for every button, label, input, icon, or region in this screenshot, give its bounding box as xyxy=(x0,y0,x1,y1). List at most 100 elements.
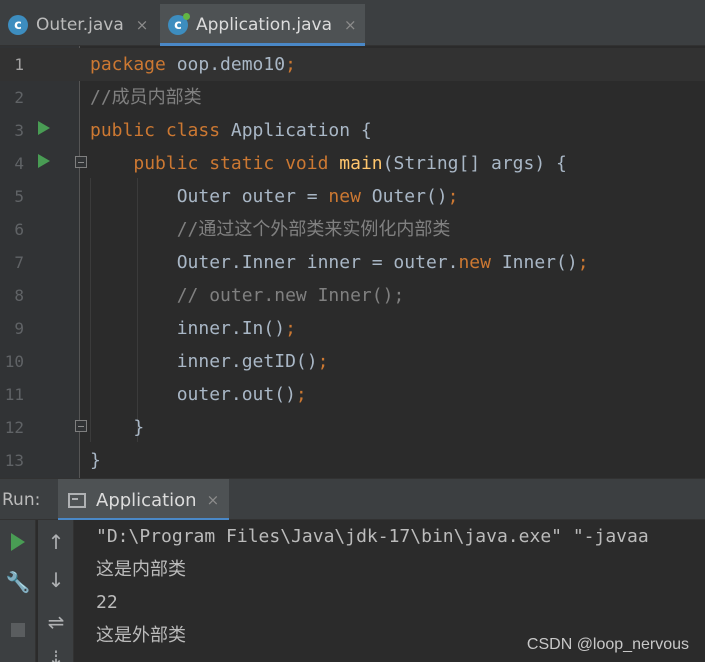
line-number: 2 xyxy=(14,88,24,107)
code-token: } xyxy=(90,417,145,438)
tab-label: Outer.java xyxy=(36,15,124,35)
code-token: ; xyxy=(577,252,589,273)
console-line: 这是内部类 xyxy=(96,559,186,580)
code-text: public static void main(String[] args) { xyxy=(90,147,567,180)
code-token: ; xyxy=(317,351,329,372)
code-text: Outer.Inner inner = outer.new Inner(); xyxy=(90,246,589,279)
code-text: //成员内部类 xyxy=(90,81,202,114)
fold-icon[interactable] xyxy=(75,420,87,432)
code-token: Application { xyxy=(220,120,372,141)
code-token: main xyxy=(339,153,383,174)
code-token: ; xyxy=(295,384,307,405)
code-line[interactable]: 10 inner.getID(); xyxy=(0,345,705,378)
code-token: oop.demo10 xyxy=(165,54,286,75)
code-text: inner.In(); xyxy=(90,312,296,345)
code-text: } xyxy=(90,444,101,477)
code-line[interactable]: 3 public class Application { xyxy=(0,114,705,147)
code-line[interactable]: 1 package oop.demo10; xyxy=(0,48,705,81)
code-line[interactable]: 8 // outer.new Inner(); xyxy=(0,279,705,312)
code-line[interactable]: 6 //通过这个外部类来实例化内部类 xyxy=(0,213,705,246)
run-tool-window: 🔧 ↑ ↓ ⇌ ⇣ "D:\Program Files\Java\jdk-17\… xyxy=(0,520,705,662)
run-tool-window-header: Run: Application × xyxy=(0,478,705,521)
code-line[interactable]: 11 outer.out(); xyxy=(0,378,705,411)
code-line[interactable]: 12 } xyxy=(0,411,705,444)
arrow-down-icon: ↓ xyxy=(47,568,65,592)
code-text: inner.getID(); xyxy=(90,345,329,378)
code-text: // outer.new Inner(); xyxy=(90,279,405,312)
code-text: Outer outer = new Outer(); xyxy=(90,180,459,213)
line-number: 6 xyxy=(14,220,24,239)
close-icon[interactable]: × xyxy=(136,16,149,34)
line-number: 7 xyxy=(14,253,24,272)
code-token: Outer outer = xyxy=(90,186,329,207)
stop-button[interactable] xyxy=(0,610,36,650)
code-text: outer.out(); xyxy=(90,378,307,411)
code-token: (String[] args) { xyxy=(382,153,567,174)
close-icon[interactable]: × xyxy=(344,16,357,34)
code-token: outer.out() xyxy=(90,384,296,405)
code-token: //成员内部类 xyxy=(90,87,202,108)
line-number: 10 xyxy=(4,352,24,371)
code-line[interactable]: 4 public static void main(String[] args)… xyxy=(0,147,705,180)
code-text: public class Application { xyxy=(90,114,372,147)
line-number: 13 xyxy=(4,451,24,470)
line-number: 3 xyxy=(14,121,24,140)
scroll-down-button[interactable]: ↓ xyxy=(38,560,74,600)
soft-wrap-icon: ⇌ xyxy=(47,610,65,634)
code-token: inner.In() xyxy=(90,318,286,339)
run-tab-application[interactable]: Application × xyxy=(58,479,230,521)
code-line[interactable]: 13} xyxy=(0,444,705,477)
arrow-up-icon: ↑ xyxy=(47,530,65,554)
code-token: ; xyxy=(285,318,296,339)
tab-application-java[interactable]: c Application.java × xyxy=(160,4,365,46)
line-number: 11 xyxy=(4,385,24,404)
code-line[interactable]: 2 //成员内部类 xyxy=(0,81,705,114)
tab-label: Application.java xyxy=(196,15,333,35)
watermark: CSDN @loop_nervous xyxy=(526,636,689,653)
scroll-to-end-button[interactable]: ⇣ xyxy=(38,638,74,662)
soft-wrap-button[interactable]: ⇌ xyxy=(38,602,74,642)
run-gutter-icon[interactable] xyxy=(38,154,50,168)
run-label: Run: xyxy=(2,490,41,510)
code-token: inner.getID() xyxy=(90,351,318,372)
wrench-icon: 🔧 xyxy=(5,570,31,594)
console-line: "D:\Program Files\Java\jdk-17\bin\java.e… xyxy=(96,526,649,547)
line-number: 9 xyxy=(14,319,24,338)
run-toolbar-right: ↑ ↓ ⇌ ⇣ xyxy=(38,520,74,662)
settings-button[interactable]: 🔧 xyxy=(0,562,36,602)
code-token: Outer() xyxy=(360,186,448,207)
code-token: ; xyxy=(285,54,296,75)
play-icon xyxy=(11,533,25,551)
code-line[interactable]: 5 Outer outer = new Outer(); xyxy=(0,180,705,213)
code-line[interactable]: 9 inner.In(); xyxy=(0,312,705,345)
line-number: 4 xyxy=(14,154,24,173)
scroll-up-button[interactable]: ↑ xyxy=(38,522,74,562)
java-class-icon: c xyxy=(8,15,28,35)
java-class-icon: c xyxy=(168,13,190,35)
rerun-button[interactable] xyxy=(0,522,36,562)
code-text: } xyxy=(90,411,144,444)
code-text: package oop.demo10; xyxy=(90,48,296,81)
tab-outer-java[interactable]: c Outer.java × xyxy=(0,4,156,46)
code-line[interactable]: 7 Outer.Inner inner = outer.new Inner(); xyxy=(0,246,705,279)
code-token: new xyxy=(458,252,491,273)
code-text: //通过这个外部类来实例化内部类 xyxy=(90,213,451,246)
stop-icon xyxy=(11,623,25,637)
line-number: 1 xyxy=(14,55,24,74)
run-tab-label: Application xyxy=(96,489,197,511)
run-toolbar-left: 🔧 xyxy=(0,520,36,662)
close-icon[interactable]: × xyxy=(207,491,220,509)
code-editor[interactable]: 1 package oop.demo10; 2 //成员内部类 3 public clas… xyxy=(0,46,705,478)
code-token: new xyxy=(328,186,361,207)
line-number: 12 xyxy=(4,418,24,437)
console-line: 22 xyxy=(96,592,118,613)
code-token: package xyxy=(90,54,166,75)
fold-icon[interactable] xyxy=(75,156,87,168)
code-token: ; xyxy=(447,186,459,207)
console-output[interactable]: "D:\Program Files\Java\jdk-17\bin\java.e… xyxy=(96,520,649,652)
run-gutter-icon[interactable] xyxy=(38,121,50,135)
